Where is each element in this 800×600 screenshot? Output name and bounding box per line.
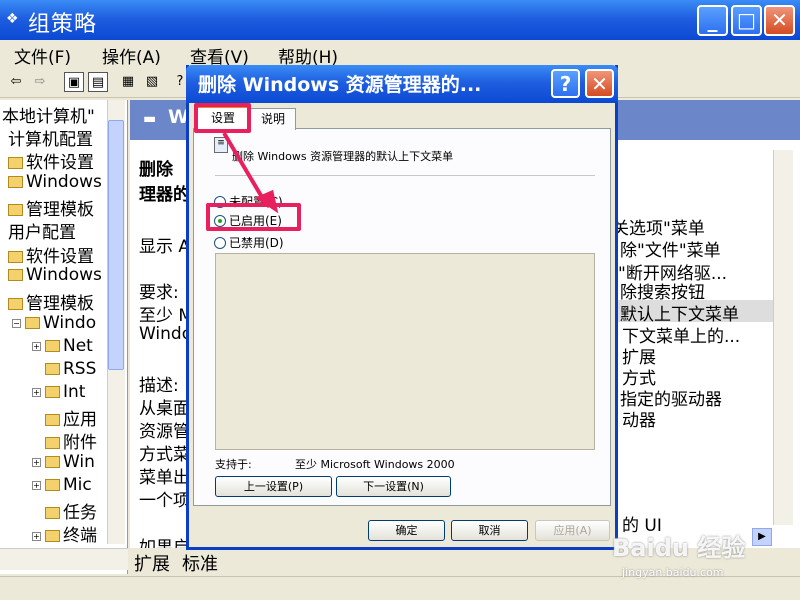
folder-icon: [45, 414, 60, 426]
tree-item[interactable]: Windows: [8, 172, 102, 192]
desc-line: 菜单出: [139, 468, 190, 488]
tab-explain[interactable]: 说明: [250, 108, 296, 130]
tree-item[interactable]: 软件设置: [8, 242, 94, 267]
expand-icon[interactable]: +: [32, 532, 41, 541]
tree-item[interactable]: + Net: [32, 336, 93, 356]
folder-icon: [45, 479, 60, 491]
menu-action[interactable]: 操作(A): [102, 43, 161, 68]
next-setting-button[interactable]: 下一设置(N): [336, 476, 451, 497]
folder-icon: [8, 251, 23, 263]
close-button[interactable]: ✕: [764, 5, 795, 36]
apply-button[interactable]: 应用(A): [535, 520, 610, 541]
content-scrollbar[interactable]: [773, 150, 793, 525]
folder-icon: [45, 437, 60, 449]
tree-item[interactable]: + 终端: [32, 521, 97, 546]
folder-icon: [8, 204, 23, 216]
expand-icon[interactable]: +: [32, 481, 41, 490]
minimize-button[interactable]: _: [697, 5, 728, 36]
highlight-box-enabled-radio: [206, 203, 301, 231]
expand-icon[interactable]: +: [32, 342, 41, 351]
status-bar: [0, 576, 800, 600]
folder-icon: [45, 386, 60, 398]
folder-icon: [8, 269, 23, 281]
desc-line: 要求:: [139, 283, 179, 303]
tree-item[interactable]: 管理模板: [8, 289, 94, 314]
export-list-icon[interactable]: ▧: [142, 72, 162, 92]
folder-icon: [45, 340, 60, 352]
main-titlebar: [0, 0, 800, 40]
desc-line: 从桌面: [139, 399, 190, 419]
tree-item[interactable]: 应用: [45, 405, 97, 430]
folder-icon: [8, 176, 23, 188]
tree-item[interactable]: + Mic: [32, 475, 92, 495]
tree-item[interactable]: 计算机配置: [8, 125, 93, 150]
scroll-right-arrow-icon[interactable]: ▶: [752, 528, 772, 546]
dialog-close-button[interactable]: ✕: [585, 69, 614, 98]
folder-icon: [45, 530, 60, 542]
desc-line: 方式菜: [139, 445, 190, 465]
cancel-button[interactable]: 取消: [451, 520, 528, 541]
tree-hscrollbar[interactable]: [0, 548, 128, 570]
desc-line: 描述:: [139, 376, 179, 396]
tree-item[interactable]: + Int: [32, 382, 85, 402]
tree-item[interactable]: 任务: [45, 498, 97, 523]
policy-name: 删除 Windows 资源管理器的默认上下文菜单: [232, 150, 454, 163]
watermark-brand: Baidu 经验: [612, 534, 746, 562]
menu-file[interactable]: 文件(F): [14, 43, 71, 68]
tree-item[interactable]: 附件: [45, 428, 97, 453]
folder-icon: [45, 456, 60, 468]
folder-icon: [8, 157, 23, 169]
menubar: 文件(F) 操作(A) 查看(V) 帮助(H): [0, 40, 800, 68]
show-tree-icon[interactable]: ▤: [88, 72, 108, 92]
folder-icon: [45, 507, 60, 519]
desc-line: 一个项: [139, 491, 190, 511]
back-icon[interactable]: ⇦: [6, 72, 26, 92]
options-area: [215, 253, 595, 450]
ok-button[interactable]: 确定: [368, 520, 445, 541]
highlight-box-settings-tab: [194, 103, 251, 133]
tree-scroll-thumb[interactable]: [108, 120, 124, 370]
dialog-help-button[interactable]: ?: [551, 69, 580, 98]
previous-setting-button[interactable]: 上一设置(P): [215, 476, 332, 497]
tab-extended[interactable]: 扩展: [134, 550, 170, 576]
supported-on-value: 至少 Microsoft Windows 2000: [295, 458, 455, 471]
desc-line: 至少 M: [139, 306, 194, 326]
desc-line: Windo: [139, 324, 193, 344]
folder-icon: [8, 298, 23, 310]
watermark-url: jingyan.baidu.com: [622, 566, 724, 579]
desc-line: 资源管: [139, 422, 190, 442]
tree-item[interactable]: Windows: [8, 265, 102, 285]
tree-item[interactable]: + Win: [32, 452, 95, 472]
expand-icon[interactable]: +: [32, 458, 41, 467]
policy-setting-icon: ≡: [214, 137, 228, 153]
tree-item[interactable]: 软件设置: [8, 148, 94, 173]
group-policy-icon: ❖: [6, 11, 19, 27]
tab-standard[interactable]: 标准: [182, 550, 218, 576]
up-folder-icon[interactable]: ▣: [64, 72, 84, 92]
tree-item[interactable]: RSS: [45, 359, 96, 379]
setting-row[interactable]: 动器: [622, 406, 656, 431]
desc-title-line: 理器的: [139, 185, 190, 205]
maximize-button[interactable]: □: [731, 5, 762, 36]
window-title: 组策略: [28, 12, 98, 37]
radio-disabled[interactable]: 已禁用(D): [214, 234, 284, 251]
divider: [215, 175, 595, 176]
tree-item[interactable]: − Windo: [12, 313, 96, 333]
tree-item[interactable]: 管理模板: [8, 195, 94, 220]
tree-item[interactable]: 本地计算机": [2, 102, 95, 127]
folder-icon: ▬: [143, 111, 157, 127]
forward-icon[interactable]: ⇨: [30, 72, 50, 92]
folder-icon: [45, 363, 60, 375]
radio-button-icon[interactable]: [214, 237, 226, 249]
folder-icon: [25, 317, 40, 329]
dialog-title: 删除 Windows 资源管理器的...: [198, 74, 482, 96]
desc-line[interactable]: 显示 A: [139, 232, 190, 257]
collapse-icon[interactable]: −: [12, 319, 21, 328]
desc-title-line: 删除: [139, 160, 173, 180]
tree-item[interactable]: 用户配置: [8, 218, 76, 243]
expand-icon[interactable]: +: [32, 388, 41, 397]
properties-icon[interactable]: ▦: [118, 72, 138, 92]
supported-on-label: 支持于:: [215, 458, 252, 471]
setting-row[interactable]: 除"文件"菜单: [620, 236, 721, 261]
